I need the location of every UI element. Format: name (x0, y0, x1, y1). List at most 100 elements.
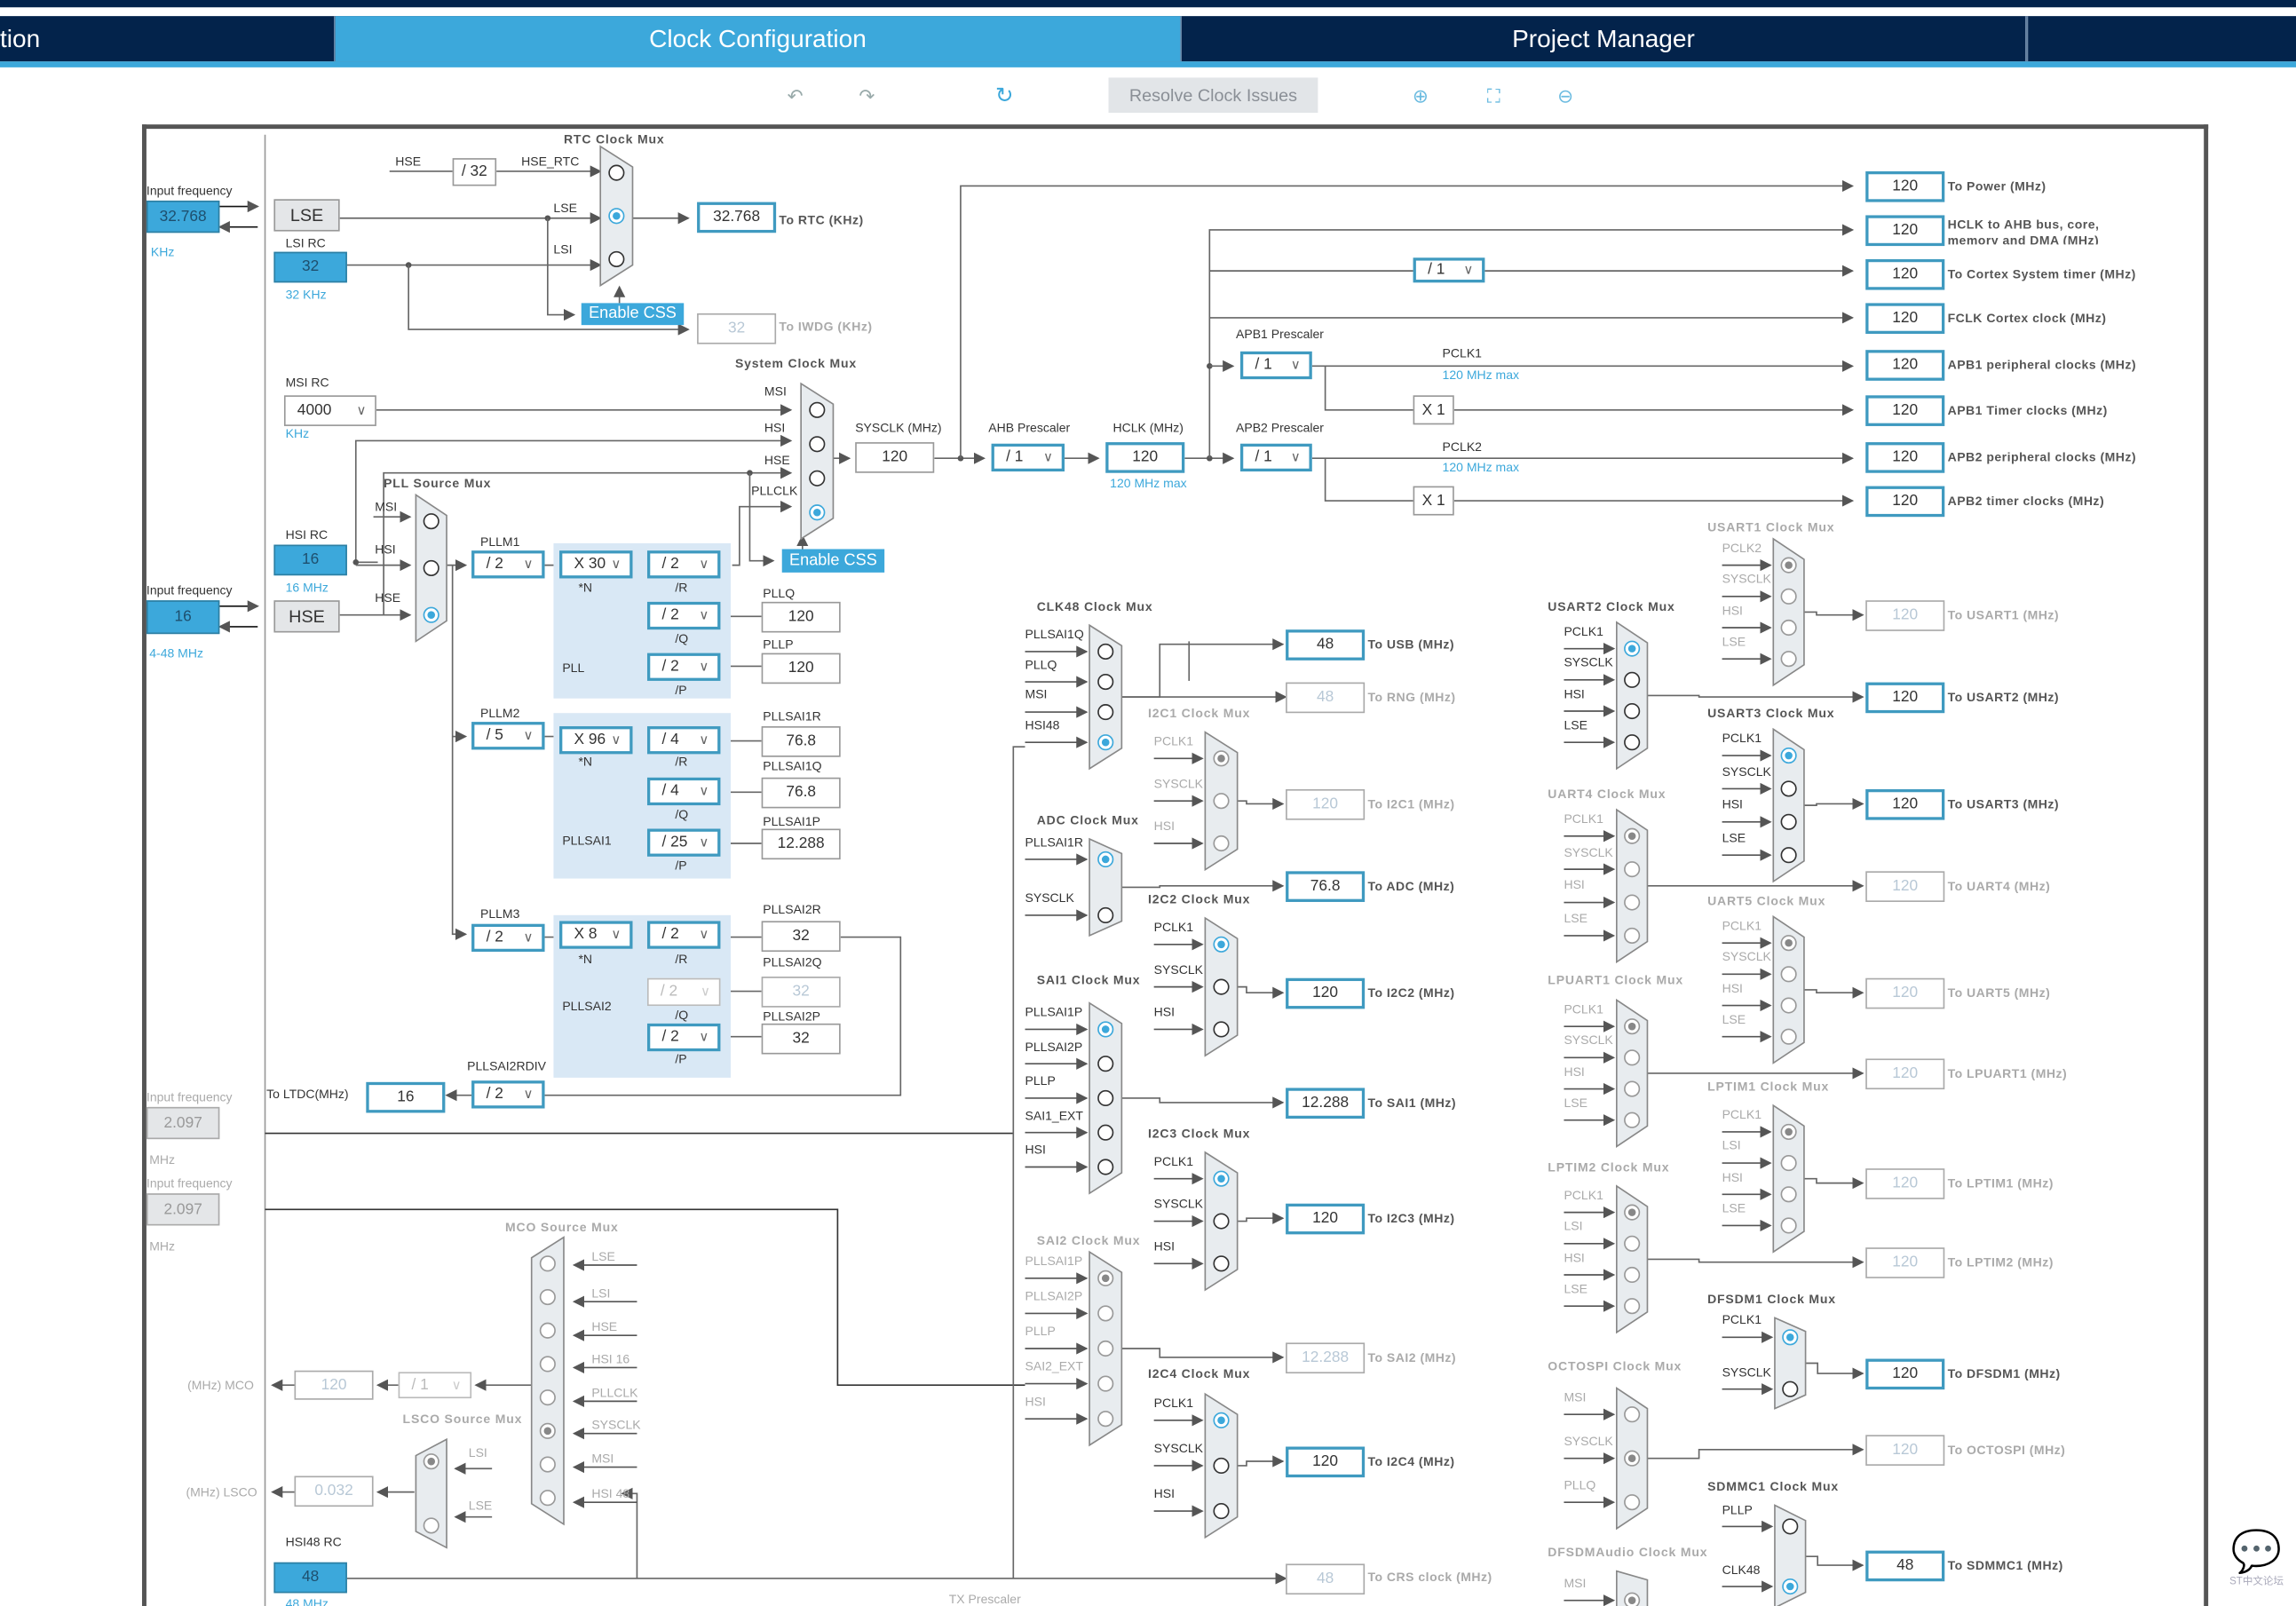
peripheral-output-value[interactable]: 120 (1286, 1446, 1366, 1478)
mux-radio[interactable] (1624, 1235, 1641, 1252)
mux-radio[interactable] (809, 470, 826, 487)
mux-radio[interactable] (539, 1356, 556, 1373)
mux-radio[interactable] (1624, 1406, 1641, 1423)
mux-radio[interactable] (1097, 906, 1114, 924)
pllsai1-n-select[interactable]: X 96 ∨ (559, 726, 633, 755)
ext-input1-value[interactable]: 2.097 (146, 1106, 220, 1140)
mux-radio[interactable] (809, 436, 826, 453)
peripheral-output-value[interactable]: 120 (1286, 977, 1366, 1009)
hclk-value[interactable]: 120 (1105, 442, 1185, 473)
mux-radio[interactable] (1097, 1375, 1114, 1392)
mux-radio[interactable] (1624, 861, 1641, 878)
mux-radio[interactable] (1780, 1186, 1797, 1203)
mux-radio[interactable] (1624, 1266, 1641, 1284)
pllsai2-p-select[interactable]: / 2 ∨ (646, 1023, 721, 1052)
pll-r-select[interactable]: / 2 ∨ (646, 550, 721, 579)
ahb-prescaler-select[interactable]: / 1 ∨ (991, 443, 1065, 472)
mux-radio[interactable] (1780, 588, 1797, 605)
mux-radio[interactable] (1213, 835, 1230, 852)
peripheral-output-value[interactable]: 120 (1286, 1203, 1366, 1235)
rtc-enable-css-button[interactable]: Enable CSS (581, 303, 685, 326)
mux-radio[interactable] (1782, 1381, 1799, 1397)
mux-radio[interactable] (539, 1389, 556, 1406)
pllm3-select[interactable]: / 2 ∨ (471, 923, 545, 953)
mux-radio[interactable] (1097, 673, 1114, 691)
mux-radio[interactable] (1780, 966, 1797, 983)
mux-radio[interactable] (608, 164, 625, 181)
mux-radio[interactable] (1624, 1494, 1641, 1511)
mux-radio[interactable] (1097, 1305, 1114, 1322)
peripheral-output-value[interactable]: 12.288 (1286, 1088, 1366, 1119)
bus-output-value[interactable]: 120 (1865, 215, 1945, 247)
mux-radio[interactable] (1624, 734, 1641, 751)
pllsai1-r-select[interactable]: / 4 ∨ (646, 726, 721, 755)
pllsai1-p-select[interactable]: / 25 ∨ (646, 828, 721, 857)
mux-radio[interactable] (1213, 1255, 1230, 1272)
mux-radio[interactable] (1780, 997, 1797, 1014)
pllm2-select[interactable]: / 5 ∨ (471, 722, 545, 750)
peripheral-output-value[interactable]: 48 (1865, 1550, 1945, 1582)
rtc-output-value[interactable]: 32.768 (697, 202, 777, 233)
pllm1-select[interactable]: / 2 ∨ (471, 550, 545, 579)
peripheral-output-value[interactable]: 48 (1286, 629, 1366, 661)
mux-radio[interactable] (1780, 651, 1797, 668)
mux-radio[interactable] (1780, 1217, 1797, 1234)
bus-output-value[interactable]: 120 (1865, 395, 1945, 426)
bus-output-value[interactable]: 120 (1865, 486, 1945, 518)
msi-rc-select[interactable]: 4000 ∨ (283, 395, 376, 426)
mux-radio[interactable] (423, 559, 439, 576)
mux-radio[interactable] (1624, 1112, 1641, 1128)
peripheral-output-value[interactable]: 120 (1865, 788, 1945, 820)
mux-radio[interactable] (1213, 1021, 1230, 1038)
mux-radio[interactable] (1097, 704, 1114, 721)
mux-radio[interactable] (809, 401, 826, 418)
pllsai2-q-select[interactable]: / 2 ∨ (646, 977, 721, 1007)
apb2-prescaler-select[interactable]: / 1 ∨ (1239, 443, 1312, 472)
mux-radio[interactable] (423, 1517, 439, 1534)
mux-radio[interactable] (423, 513, 439, 530)
mux-radio[interactable] (1097, 1124, 1114, 1141)
mux-radio[interactable] (539, 1255, 556, 1272)
systick-divider-select[interactable]: / 1 ∨ (1413, 257, 1485, 283)
mux-radio[interactable] (1624, 1049, 1641, 1066)
mux-radio[interactable] (1213, 1457, 1230, 1475)
mux-radio[interactable] (1213, 793, 1230, 810)
apb1-prescaler-select[interactable]: / 1 ∨ (1239, 351, 1312, 380)
mux-radio[interactable] (1097, 643, 1114, 661)
bus-output-value[interactable]: 120 (1865, 258, 1945, 290)
mux-radio[interactable] (1097, 1056, 1114, 1072)
mux-radio[interactable] (539, 1322, 556, 1339)
mux-radio[interactable] (1624, 927, 1641, 944)
ext-input2-value[interactable]: 2.097 (146, 1193, 220, 1226)
mux-radio[interactable] (1624, 1080, 1641, 1097)
mux-radio[interactable] (539, 1490, 556, 1507)
mux-radio[interactable] (1624, 894, 1641, 911)
mux-radio[interactable] (1097, 1411, 1114, 1428)
bus-output-value[interactable]: 120 (1865, 303, 1945, 335)
bus-output-value[interactable]: 120 (1865, 350, 1945, 381)
mux-radio[interactable] (1782, 1518, 1799, 1535)
mux-radio[interactable] (1213, 978, 1230, 995)
mux-radio[interactable] (1097, 1089, 1114, 1107)
mux-radio[interactable] (1780, 847, 1797, 864)
pll-q-select[interactable]: / 2 ∨ (646, 601, 721, 630)
mux-radio[interactable] (608, 250, 625, 267)
mux-radio[interactable] (1624, 1298, 1641, 1315)
ltdc-value[interactable]: 16 (366, 1081, 446, 1113)
mux-radio[interactable] (1213, 1503, 1230, 1520)
peripheral-output-value[interactable]: 120 (1865, 1358, 1945, 1390)
mux-radio[interactable] (1624, 671, 1641, 688)
peripheral-output-value[interactable]: 76.8 (1286, 871, 1366, 902)
mco-divider-select[interactable]: / 1 ∨ (398, 1372, 472, 1399)
mux-radio[interactable] (1097, 1340, 1114, 1357)
mux-radio[interactable] (539, 1288, 556, 1306)
bus-output-value[interactable]: 120 (1865, 442, 1945, 473)
pllsai2rdiv-select[interactable]: / 2 ∨ (471, 1080, 545, 1109)
pll-p-select[interactable]: / 2 ∨ (646, 653, 721, 681)
mux-radio[interactable] (1097, 1159, 1114, 1175)
mux-radio[interactable] (1624, 702, 1641, 720)
pllsai1-q-select[interactable]: / 4 ∨ (646, 777, 721, 806)
mux-radio[interactable] (539, 1456, 556, 1473)
bus-output-value[interactable]: 120 (1865, 170, 1945, 202)
mux-radio[interactable] (1780, 780, 1797, 797)
